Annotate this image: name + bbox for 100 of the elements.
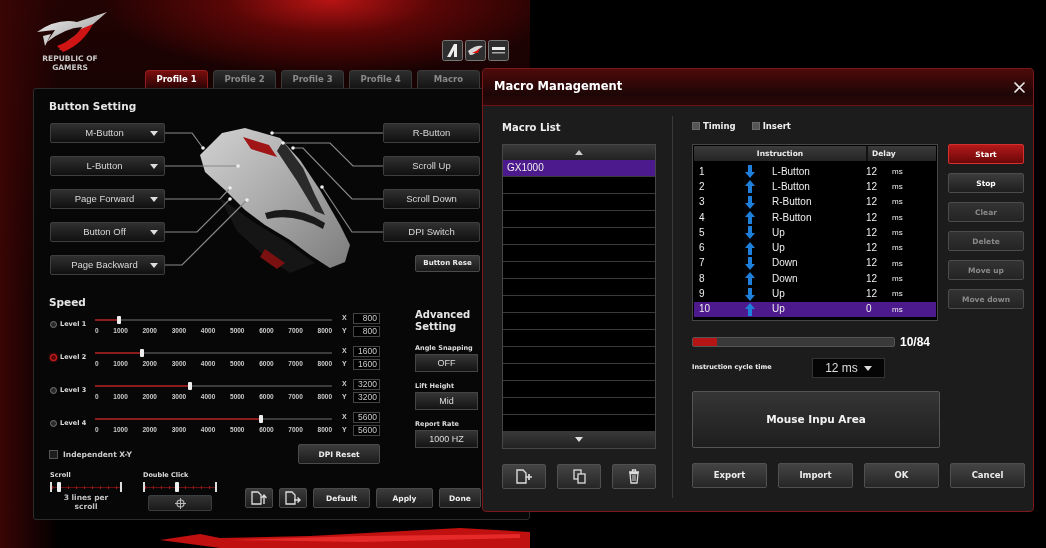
icon-button[interactable] <box>279 488 307 508</box>
table-row[interactable]: 9 Up 12 ms <box>694 286 936 302</box>
table-cell: ms <box>892 212 903 223</box>
table-cell-text: 1 <box>698 165 706 178</box>
dialog-button[interactable]: Export <box>692 463 767 488</box>
section-title: Button Setting <box>49 99 137 113</box>
document-right-arrow-icon <box>285 491 301 505</box>
progress-reading: 10/84 <box>900 335 931 349</box>
function-button[interactable]: DPI Switch <box>383 222 480 242</box>
icon-button[interactable] <box>245 488 273 508</box>
table-cell-text: L-Button <box>771 165 811 178</box>
function-button[interactable]: Scroll Down <box>383 189 480 209</box>
tab[interactable]: Profile 2 <box>213 70 276 88</box>
icon-button[interactable] <box>557 464 601 489</box>
table-cell-text: 6 <box>698 242 706 255</box>
table-cell-text: R-Button <box>771 211 813 224</box>
caret-icon <box>150 229 158 235</box>
section-title: Macro List <box>502 121 561 135</box>
icon-button[interactable] <box>502 464 546 489</box>
dpi-value-field[interactable]: 1600 <box>352 359 380 370</box>
radio-button[interactable] <box>50 387 57 395</box>
up-arrow-icon <box>745 180 755 194</box>
table-cell-text: 8 <box>698 272 706 285</box>
table-row[interactable]: 4 R-Button 12 ms <box>694 209 936 226</box>
table-cell-text: 7 <box>698 257 706 270</box>
table-cell-text: 12 <box>866 288 879 300</box>
badge-logo-icon <box>488 40 509 61</box>
select-field[interactable]: 1000 HZ <box>415 430 478 448</box>
up-arrow-icon <box>745 302 755 316</box>
slider-thumb[interactable] <box>187 381 192 390</box>
function-button[interactable]: Scroll Up <box>383 156 480 176</box>
table-cell-text: 3 <box>698 196 706 209</box>
slider-thumb[interactable] <box>174 482 179 492</box>
caret-icon <box>863 365 872 371</box>
table-cell-text: 12 <box>866 165 879 178</box>
table-row[interactable]: 10 Up 0 ms <box>694 301 936 317</box>
cycle-time-dropdown[interactable]: 12 ms <box>812 358 885 378</box>
mouse-input-area[interactable]: Mouse Inpu Area <box>692 391 940 448</box>
table-row[interactable]: 1 L-Button 12 ms <box>694 164 936 180</box>
macro-list-item[interactable]: GX1000 <box>503 160 655 177</box>
checkbox[interactable] <box>49 449 58 459</box>
table-cell: ms <box>892 304 903 315</box>
radio-button[interactable] <box>50 321 57 329</box>
table-row[interactable]: 5 Up 12 ms <box>694 225 936 241</box>
table-cell: ms <box>892 273 903 284</box>
tab[interactable]: Profile 1 <box>145 70 208 88</box>
slider-thumb[interactable] <box>140 348 145 357</box>
dropdown[interactable]: Page Backward <box>50 255 165 275</box>
dialog-button[interactable]: OK <box>864 463 939 488</box>
table-row[interactable]: 8 Down 12 ms <box>694 271 936 287</box>
dpi-value-field[interactable]: 800 <box>352 313 380 324</box>
tab[interactable]: Profile 3 <box>281 70 344 88</box>
table-row[interactable]: 7 Down 12 ms <box>694 255 936 272</box>
slider-thumb[interactable] <box>56 482 61 492</box>
radio-button[interactable] <box>50 420 57 428</box>
checkbox[interactable] <box>692 122 700 131</box>
close-icon <box>1013 80 1026 94</box>
table-row[interactable]: 2 L-Button 12 ms <box>694 179 936 195</box>
table-cell-text: L-Button <box>771 180 811 193</box>
select-field[interactable]: Mid <box>415 392 478 410</box>
dropdown[interactable]: M-Button <box>50 123 165 143</box>
tab[interactable]: Macro <box>417 70 480 88</box>
dpi-value-field[interactable]: 5600 <box>352 412 380 423</box>
document-up-arrow-icon <box>251 491 267 505</box>
function-button[interactable]: R-Button <box>383 123 480 143</box>
table-cell-text: 12 <box>866 257 879 270</box>
up-arrow-icon <box>745 211 755 225</box>
dialog-button[interactable]: Import <box>778 463 853 488</box>
dpi-value-field[interactable]: 800 <box>352 326 380 337</box>
dialog-button[interactable]: Cancel <box>950 463 1025 488</box>
checkbox-label: Timing <box>703 121 736 132</box>
table-cell-text: 9 <box>698 288 706 300</box>
checkbox[interactable] <box>751 122 760 131</box>
dropdown[interactable]: Page Forward <box>50 189 165 209</box>
dpi-value-field[interactable]: 5600 <box>352 425 380 436</box>
caret-up-icon <box>575 150 583 155</box>
radio-button[interactable] <box>50 354 57 362</box>
tab[interactable]: Profile 4 <box>349 70 412 88</box>
trash-icon <box>628 469 640 484</box>
table-row[interactable]: 3 R-Button 12 ms <box>694 194 936 210</box>
dpi-value-field[interactable]: 1600 <box>352 346 380 357</box>
dropdown[interactable]: Button Off <box>50 222 165 242</box>
crosshair-button[interactable] <box>148 495 212 511</box>
table-cell-text: Up <box>771 288 786 300</box>
logo-icon <box>35 12 107 54</box>
dropdown[interactable]: L-Button <box>50 156 165 176</box>
slider-thumb[interactable] <box>258 414 263 423</box>
slider-thumb[interactable] <box>116 315 121 324</box>
dpi-value-field[interactable]: 3200 <box>352 379 380 390</box>
section-title: Speed <box>49 295 86 309</box>
dpi-value-field[interactable]: 3200 <box>352 392 380 403</box>
crosshair-icon <box>174 497 186 509</box>
table-cell: ms <box>892 197 903 208</box>
slider-track[interactable] <box>143 482 217 492</box>
copy-icon <box>572 469 586 484</box>
select-field[interactable]: OFF <box>415 354 478 372</box>
table-row[interactable]: 6 Up 12 ms <box>694 240 936 256</box>
eye-logo-icon <box>465 40 486 61</box>
close-button[interactable] <box>1013 80 1026 94</box>
icon-button[interactable] <box>612 464 656 489</box>
